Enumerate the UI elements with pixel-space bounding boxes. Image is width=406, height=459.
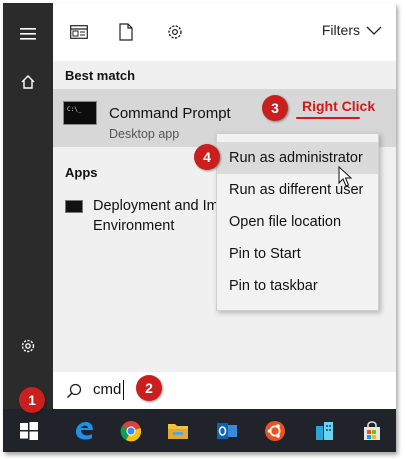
file-explorer-taskbar-button[interactable]: [161, 415, 195, 447]
building-blocks-icon: [316, 422, 333, 440]
azure-storage-taskbar-button[interactable]: [308, 415, 342, 447]
best-match-header: Best match: [65, 68, 136, 83]
settings-filter-button[interactable]: [160, 17, 190, 47]
step-badge-4: 4: [194, 144, 220, 170]
menu-item-pin-to-taskbar[interactable]: Pin to taskbar: [217, 270, 378, 302]
result-subtitle: Desktop app: [109, 127, 180, 141]
search-icon: [66, 383, 82, 399]
step-badge-1: 1: [19, 387, 45, 413]
search-box[interactable]: cmd: [53, 372, 396, 409]
windows-logo-icon: [20, 422, 38, 440]
hamburger-icon: [20, 28, 36, 40]
menu-item-run-as-administrator[interactable]: Run as administrator: [217, 142, 378, 174]
menu-item-pin-to-start[interactable]: Pin to Start: [217, 238, 378, 270]
home-icon: [21, 75, 35, 89]
taskbar: [3, 409, 396, 452]
folder-icon: [168, 424, 188, 439]
gear-icon: [21, 339, 35, 353]
text-caret: [123, 380, 124, 400]
edge-icon: [76, 422, 93, 440]
apps-filter-button[interactable]: [64, 17, 94, 47]
edge-taskbar-button[interactable]: [67, 415, 101, 447]
app-result-label: Deployment and Im Environment: [93, 196, 223, 236]
result-title: Command Prompt: [109, 105, 231, 122]
outlook-icon: [217, 423, 237, 439]
outlook-taskbar-button[interactable]: [210, 415, 244, 447]
menu-item-open-file-location[interactable]: Open file location: [217, 206, 378, 238]
mouse-cursor-icon: [338, 166, 352, 187]
command-prompt-icon-text: C:\_: [67, 106, 82, 113]
document-icon: [119, 23, 133, 41]
menu-item-run-as-different-user[interactable]: Run as different user: [217, 174, 378, 206]
start-rail: [3, 3, 53, 409]
step-badge-2: 2: [136, 375, 162, 401]
gear-icon: [168, 25, 182, 39]
ubuntu-icon: [265, 421, 285, 441]
app-window-icon: [70, 25, 88, 39]
chrome-icon: [120, 421, 142, 442]
search-toolbar: Filters: [53, 3, 396, 61]
filters-dropdown[interactable]: Filters: [322, 22, 382, 38]
store-bag-icon: [364, 421, 380, 440]
ubuntu-taskbar-button[interactable]: [258, 415, 292, 447]
hamburger-menu-button[interactable]: [3, 11, 53, 57]
start-button[interactable]: [12, 415, 46, 447]
home-button[interactable]: [3, 59, 53, 105]
filters-label: Filters: [321, 22, 360, 38]
app-result-line1: Deployment and Im: [93, 198, 219, 214]
right-click-annotation: Right Click: [302, 98, 376, 114]
context-menu: Run as administrator Run as different us…: [216, 133, 379, 311]
step-badge-3: 3: [262, 95, 288, 121]
chevron-down-icon: [366, 26, 382, 35]
chrome-taskbar-button[interactable]: [114, 415, 148, 447]
store-taskbar-button[interactable]: [355, 415, 389, 447]
apps-header: Apps: [65, 165, 98, 180]
documents-filter-button[interactable]: [111, 17, 141, 47]
app-result-line2: Environment: [93, 218, 175, 234]
settings-button[interactable]: [3, 323, 53, 369]
command-prompt-icon: C:\_: [63, 101, 97, 125]
right-click-underline: [296, 117, 360, 119]
search-input-value[interactable]: cmd: [93, 381, 121, 398]
console-icon: [65, 200, 83, 213]
